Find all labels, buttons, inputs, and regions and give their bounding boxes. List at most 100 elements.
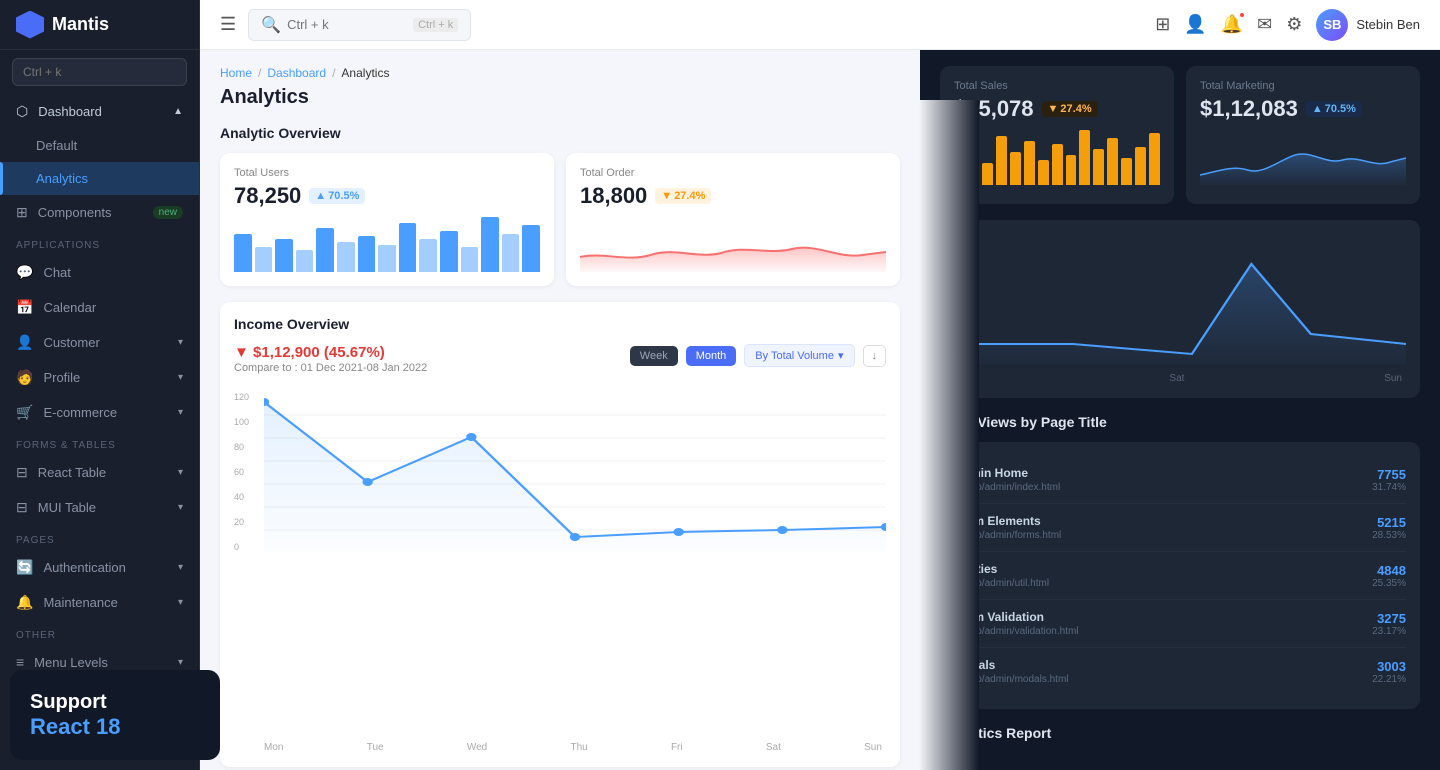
- notification-icon[interactable]: 🔔: [1221, 14, 1243, 35]
- sidebar-item-maintenance[interactable]: 🔔 Maintenance ▾: [0, 585, 199, 620]
- sidebar-customer-label: Customer: [43, 335, 99, 350]
- sidebar-item-ecommerce[interactable]: 🛒 E-commerce ▾: [0, 395, 199, 430]
- auth-icon: 🔄: [16, 559, 33, 576]
- month-button[interactable]: Month: [686, 346, 737, 366]
- main-area: ☰ 🔍 Ctrl + k ⊞ 👤 🔔 ✉ ⚙ SB Stebin Ben: [200, 0, 1440, 770]
- total-users-badge: ▲ 70.5%: [309, 188, 365, 204]
- dark-income-area-card: Fri Sat Sun: [940, 220, 1420, 398]
- left-panel: Home / Dashboard / Analytics Analytics A…: [200, 50, 920, 770]
- maintenance-icon: 🔔: [16, 594, 33, 611]
- logo-icon: [16, 11, 44, 39]
- components-icon: ⊞: [16, 204, 28, 221]
- calendar-icon: 📅: [16, 299, 33, 316]
- table-icon: ⊟: [16, 464, 28, 481]
- total-users-label: Total Users: [234, 167, 540, 179]
- chevron-volume-icon: ▾: [838, 349, 844, 362]
- header-search[interactable]: 🔍 Ctrl + k: [248, 9, 471, 41]
- up-arrow-icon: ▲: [315, 190, 326, 202]
- chevron-down-icon-8: ▾: [178, 657, 183, 668]
- sidebar-item-profile[interactable]: 🧑 Profile ▾: [0, 360, 199, 395]
- chevron-down-icon-5: ▾: [178, 502, 183, 513]
- sidebar-item-components[interactable]: ⊞ Components new: [0, 195, 199, 230]
- page-view-url-0: /demo/admin/index.html: [954, 482, 1060, 493]
- sidebar-item-customer[interactable]: 👤 Customer ▾: [0, 325, 199, 360]
- chevron-up-icon: ▲: [173, 106, 183, 117]
- sidebar-section-other: Other: [0, 620, 199, 645]
- header-search-input[interactable]: [287, 17, 407, 32]
- sidebar: Mantis ⬡ Dashboard ▲ Default Analytics ⊞…: [0, 0, 200, 770]
- hamburger-icon[interactable]: ☰: [220, 14, 236, 35]
- total-order-number: 18,800: [580, 183, 647, 209]
- breadcrumb-current: Analytics: [341, 66, 389, 80]
- total-users-value: 78,250 ▲ 70.5%: [234, 183, 540, 209]
- sidebar-section-applications: Applications: [0, 230, 199, 255]
- app-name: Mantis: [52, 14, 109, 35]
- down-arrow-icon: ▼: [661, 190, 672, 202]
- sidebar-item-mui-table[interactable]: ⊟ MUI Table ▾: [0, 490, 199, 525]
- total-marketing-label: Total Marketing: [1200, 80, 1406, 92]
- income-chart-x-labels: Mon Tue Wed Thu Fri Sat Sun: [234, 742, 886, 753]
- page-view-stats-0: 7755 31.74%: [1372, 467, 1406, 493]
- sales-down-icon: ▼: [1048, 103, 1059, 115]
- search-input[interactable]: [12, 58, 187, 86]
- week-button[interactable]: Week: [630, 346, 678, 366]
- search-icon: 🔍: [261, 15, 281, 35]
- sidebar-calendar-label: Calendar: [43, 300, 96, 315]
- sidebar-item-authentication[interactable]: 🔄 Authentication ▾: [0, 550, 199, 585]
- breadcrumb-dashboard[interactable]: Dashboard: [267, 66, 326, 80]
- sidebar-dashboard-label: Dashboard: [38, 104, 102, 119]
- page-views-title: Page Views by Page Title: [940, 414, 1420, 430]
- sidebar-logo[interactable]: Mantis: [0, 0, 199, 50]
- header-icons: ⊞ 👤 🔔 ✉ ⚙ SB Stebin Ben: [1155, 9, 1420, 41]
- sidebar-maintenance-label: Maintenance: [43, 595, 117, 610]
- sidebar-default-label: Default: [36, 138, 77, 153]
- right-panel: Total Sales $35,078 ▼ 27.4% Total Market: [920, 50, 1440, 770]
- support-popup[interactable]: Support React 18: [10, 670, 200, 760]
- mail-icon[interactable]: ✉: [1257, 14, 1272, 35]
- income-header: ▼ $1,12,900 (45.67%) Compare to : 01 Dec…: [234, 344, 886, 384]
- sidebar-auth-label: Authentication: [43, 560, 125, 575]
- sidebar-analytics-label: Analytics: [36, 171, 88, 186]
- user-card-icon[interactable]: 👤: [1184, 14, 1206, 35]
- dark-stat-card-sales: Total Sales $35,078 ▼ 27.4%: [940, 66, 1174, 204]
- download-button[interactable]: ↓: [863, 345, 887, 367]
- dark-chart-x-labels: Fri Sat Sun: [954, 373, 1406, 384]
- support-text: Support: [30, 690, 200, 714]
- chevron-down-icon-7: ▾: [178, 597, 183, 608]
- income-value: ▼ $1,12,900 (45.67%): [234, 344, 385, 361]
- avatar-initials: SB: [1316, 9, 1348, 41]
- analytic-overview-title: Analytic Overview: [220, 125, 900, 141]
- sidebar-item-calendar[interactable]: 📅 Calendar: [0, 290, 199, 325]
- breadcrumb-home[interactable]: Home: [220, 66, 252, 80]
- sidebar-item-dashboard[interactable]: ⬡ Dashboard ▲: [0, 94, 199, 129]
- sidebar-profile-label: Profile: [43, 370, 80, 385]
- content-split: Home / Dashboard / Analytics Analytics A…: [200, 50, 1440, 770]
- apps-icon[interactable]: ⊞: [1155, 14, 1170, 35]
- chevron-down-icon-3: ▾: [178, 407, 183, 418]
- search-hint: Ctrl + k: [413, 18, 458, 32]
- chat-icon: 💬: [16, 264, 33, 281]
- sidebar-item-chat[interactable]: 💬 Chat: [0, 255, 199, 290]
- settings-icon[interactable]: ⚙: [1286, 14, 1302, 35]
- sidebar-section-pages: Pages: [0, 525, 199, 550]
- menu-icon: ≡: [16, 654, 24, 670]
- ecommerce-icon: 🛒: [16, 404, 33, 421]
- sidebar-item-default[interactable]: Default: [0, 129, 199, 162]
- page-title: Analytics: [220, 86, 900, 109]
- total-order-badge: ▼ 27.4%: [655, 188, 711, 204]
- sidebar-menu-levels-label: Menu Levels: [34, 655, 108, 670]
- page-views-card: Admin Home /demo/admin/index.html 7755 3…: [940, 442, 1420, 709]
- page-view-item-3: Form Validation /demo/admin/validation.h…: [954, 600, 1406, 648]
- order-area-chart: [580, 217, 886, 272]
- user-avatar[interactable]: SB Stebin Ben: [1316, 9, 1420, 41]
- sidebar-item-analytics[interactable]: Analytics: [0, 162, 199, 195]
- users-bar-chart: [234, 217, 540, 272]
- income-controls: Week Month By Total Volume ▾ ↓: [630, 344, 886, 367]
- sidebar-chat-label: Chat: [43, 265, 70, 280]
- sidebar-mui-table-label: MUI Table: [38, 500, 96, 515]
- chevron-down-icon-6: ▾: [178, 562, 183, 573]
- total-marketing-value: $1,12,083 ▲ 70.5%: [1200, 96, 1406, 122]
- sidebar-item-react-table[interactable]: ⊟ React Table ▾: [0, 455, 199, 490]
- volume-button[interactable]: By Total Volume ▾: [744, 344, 854, 367]
- page-view-item-2: Utilities /demo/admin/util.html 4848 25.…: [954, 552, 1406, 600]
